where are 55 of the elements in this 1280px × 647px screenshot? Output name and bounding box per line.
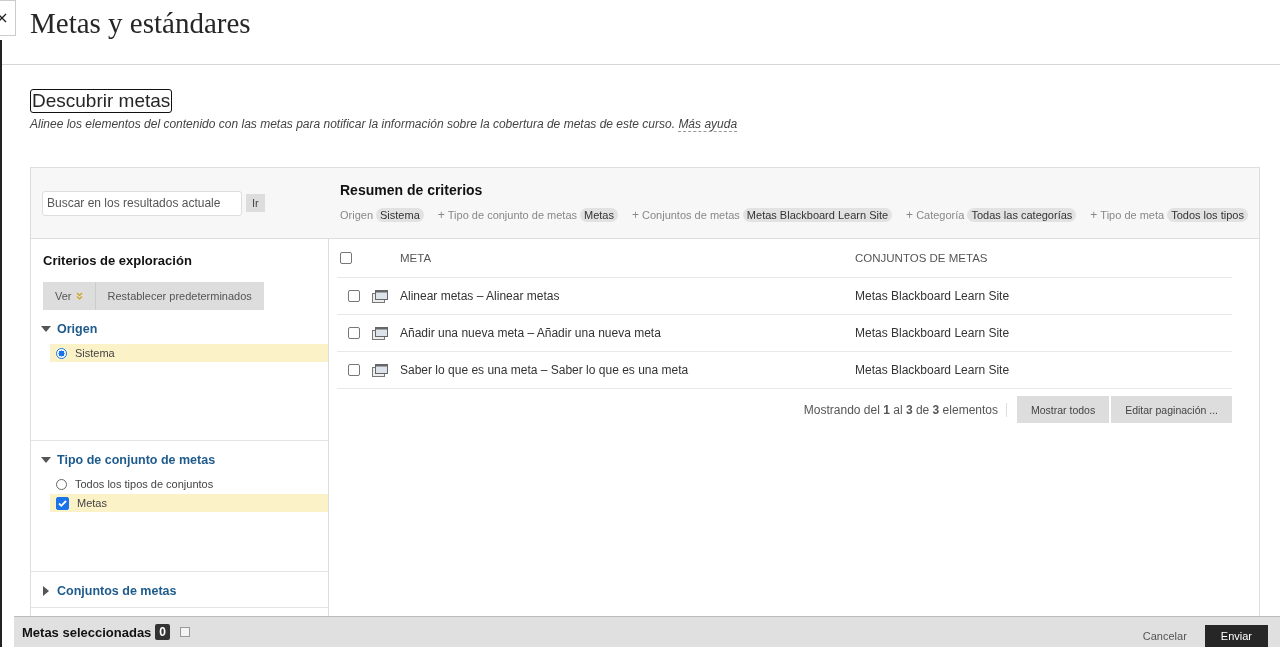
- section-description: Alinee los elementos del contenido con las metas para notificar la información sobre la cobertura de metas de este curso.: [30, 117, 676, 131]
- criterion-label: Origen: [340, 209, 374, 221]
- goal-icon: [372, 363, 388, 377]
- row-checkbox[interactable]: [348, 290, 360, 302]
- section-title[interactable]: Tipo de conjunto de metas: [57, 453, 216, 467]
- criterion-value: Metas: [580, 208, 618, 222]
- row-checkbox[interactable]: [348, 364, 360, 376]
- checkbox[interactable]: [56, 496, 69, 510]
- select-all-checkbox[interactable]: [340, 252, 352, 264]
- goal-icon: [372, 326, 388, 340]
- criterion-value: Todos los tipos: [1167, 208, 1248, 222]
- selected-count: 0: [155, 624, 171, 640]
- criterion-value: Metas Blackboard Learn Site: [742, 208, 893, 222]
- column-header: META: [400, 252, 433, 264]
- triangle-down-icon[interactable]: [41, 455, 51, 465]
- triangle-down-icon[interactable]: [41, 324, 51, 334]
- help-link[interactable]: Más ayuda: [678, 117, 738, 132]
- option-label: Sistema: [75, 347, 115, 359]
- criterion-value: Sistema: [376, 208, 424, 222]
- goal-set-cell-text: Metas Blackboard Learn Site: [855, 289, 1011, 303]
- radio-button[interactable]: [56, 347, 67, 359]
- goal-set-cell-text: Metas Blackboard Learn Site: [855, 363, 1011, 377]
- summary-title: Resumen de criterios: [340, 182, 484, 198]
- square-icon: [180, 627, 191, 637]
- reset-button[interactable]: Restablecer predeterminados: [94, 282, 264, 310]
- row-checkbox[interactable]: [348, 327, 360, 339]
- goal-set-cell-text: Metas Blackboard Learn Site: [855, 326, 1011, 340]
- option-label: Metas: [77, 497, 107, 509]
- selected-goals-label: Metas seleccionadas: [22, 624, 152, 640]
- radio-button[interactable]: [56, 478, 67, 490]
- search-field[interactable]: Buscar en los resultados actuale: [42, 190, 242, 216]
- option-label: Todos los tipos de conjuntos: [75, 478, 214, 490]
- criterion-label: Tipo de meta: [1100, 209, 1165, 221]
- close-icon: [0, 13, 7, 23]
- show-all-button[interactable]: Mostrar todos: [1017, 396, 1110, 423]
- go-button[interactable]: Ir: [246, 194, 265, 212]
- criterion-label: Conjuntos de metas: [642, 209, 740, 221]
- goal-icon: [372, 289, 388, 303]
- submit-button[interactable]: Enviar: [1204, 625, 1268, 647]
- pagination-count: Mostrando del 1 al 3 de 3 elementos: [803, 402, 1007, 417]
- criterion-label: Categoría: [916, 209, 965, 221]
- criterion-value: Todas las categorías: [967, 208, 1077, 222]
- section-title[interactable]: Conjuntos de metas: [57, 584, 177, 598]
- section-heading: Descubrir metas: [30, 89, 173, 113]
- edit-pagination-button[interactable]: Editar paginación ...: [1111, 396, 1232, 423]
- section-title[interactable]: Origen: [57, 322, 98, 336]
- criterion-label: Tipo de conjunto de metas: [447, 209, 578, 221]
- chevron-down-icon: [75, 292, 83, 300]
- goal-cell-text: Añadir una nueva meta – Añadir una nueva meta: [400, 326, 662, 340]
- sidebar-title: Criterios de exploración: [42, 252, 193, 268]
- page-title: Metas y estándares: [30, 6, 251, 40]
- goal-cell-text: Alinear metas – Alinear metas: [400, 289, 561, 303]
- column-header: CONJUNTOS DE METAS: [855, 252, 989, 264]
- goal-cell-text: Saber lo que es una meta – Saber lo que es una meta: [400, 363, 690, 377]
- triangle-right-icon[interactable]: [41, 586, 51, 596]
